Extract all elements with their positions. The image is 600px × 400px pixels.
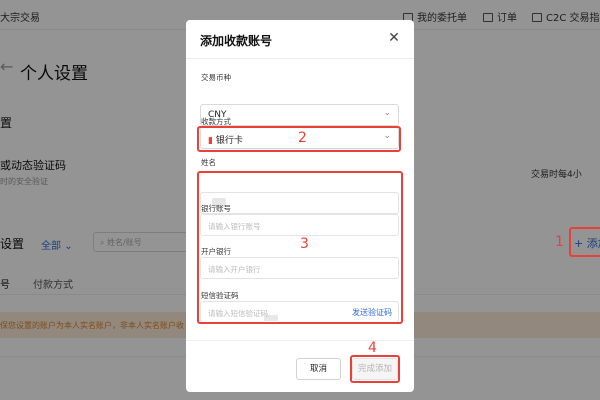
name-label: 姓名: [201, 158, 216, 167]
currency-label: 交易币种: [201, 73, 231, 82]
annotation-1: 1: [555, 234, 564, 250]
annotation-2: 2: [298, 130, 307, 146]
annotation-3: 3: [300, 236, 309, 252]
annotation-box-add: [569, 227, 600, 257]
annotation-box-submit: [350, 355, 400, 383]
cancel-button[interactable]: 取消: [296, 358, 341, 380]
chevron-down-icon: ⌄: [383, 108, 391, 118]
modal-footer-divider: [186, 340, 414, 341]
annotation-4: 4: [368, 340, 377, 356]
modal-title: 添加收款账号: [200, 34, 273, 48]
modal-divider: [186, 58, 414, 59]
close-icon[interactable]: ✕: [386, 30, 402, 46]
